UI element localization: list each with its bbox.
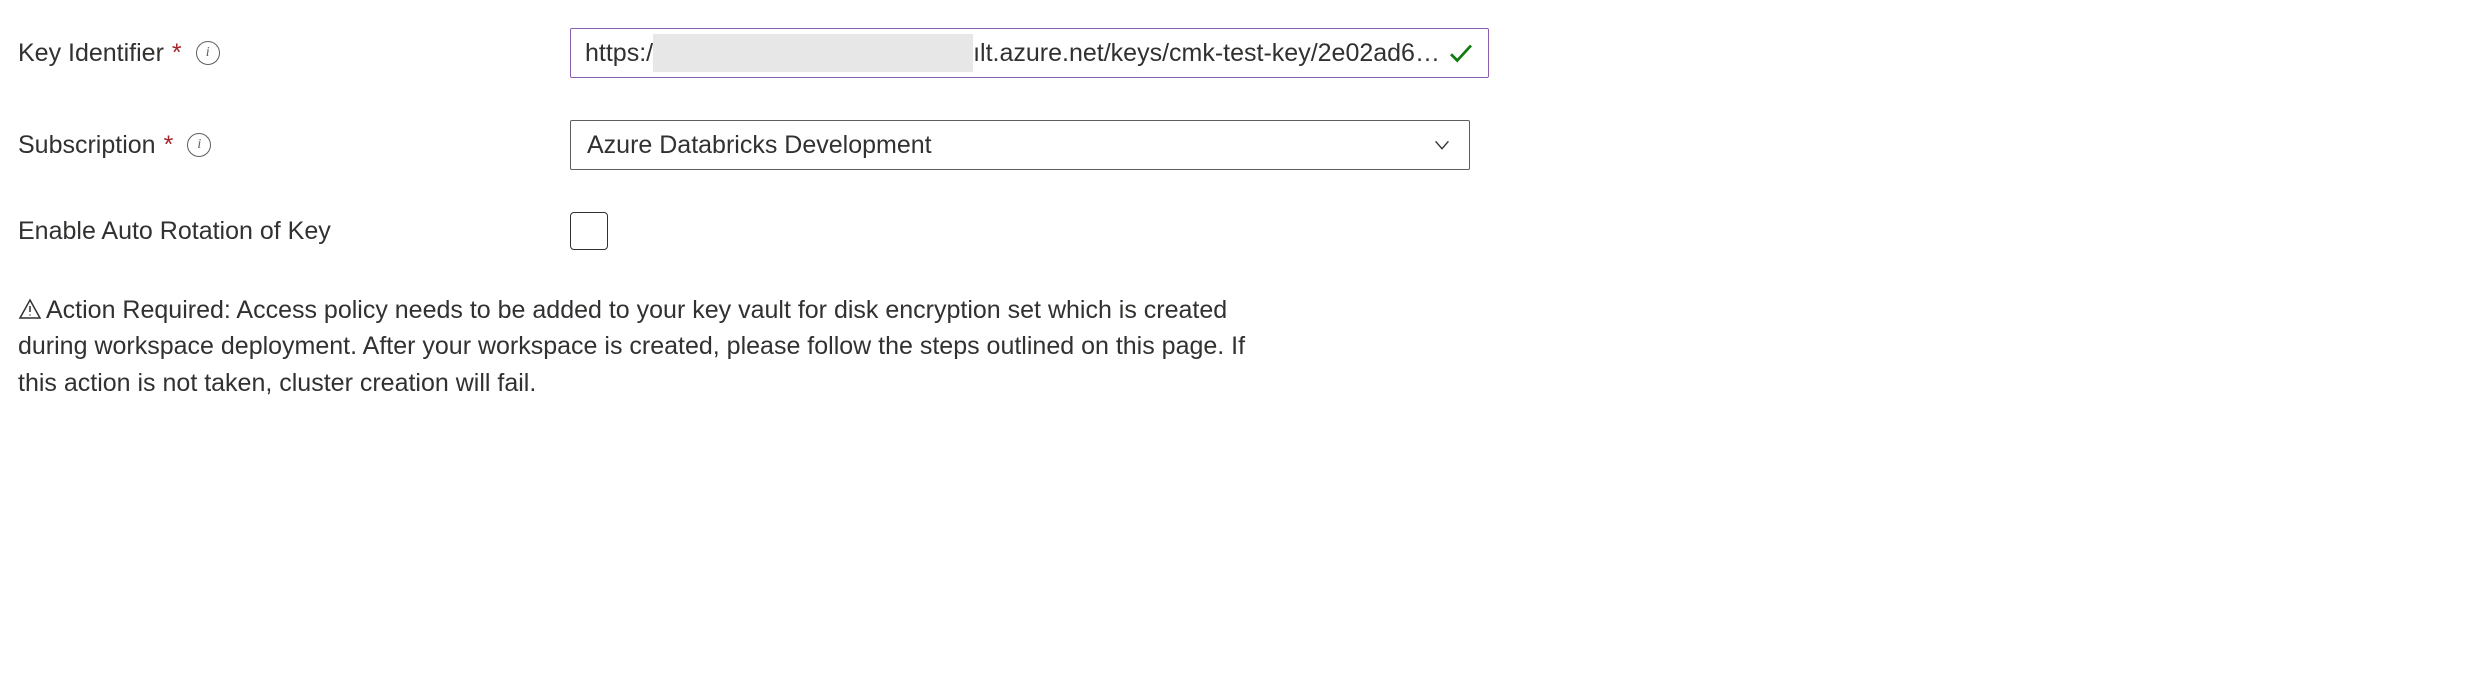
- subscription-field: Azure Databricks Development: [570, 120, 1470, 170]
- subscription-label-group: Subscription * i: [18, 131, 570, 160]
- auto-rotation-checkbox[interactable]: [570, 212, 608, 250]
- warning-icon: [18, 292, 42, 328]
- checkmark-icon: [1446, 38, 1476, 68]
- subscription-row: Subscription * i Azure Databricks Develo…: [18, 120, 2457, 170]
- auto-rotation-label-group: Enable Auto Rotation of Key: [18, 217, 570, 246]
- key-identifier-field: https:/ ılt.azure.net/keys/cmk-test-key/…: [570, 28, 1470, 78]
- key-identifier-label: Key Identifier: [18, 39, 164, 68]
- info-icon[interactable]: i: [187, 133, 211, 157]
- key-identifier-input[interactable]: https:/ ılt.azure.net/keys/cmk-test-key/…: [570, 28, 1489, 78]
- subscription-selected-value: Azure Databricks Development: [587, 131, 932, 160]
- subscription-select[interactable]: Azure Databricks Development: [570, 120, 1470, 170]
- auto-rotation-row: Enable Auto Rotation of Key: [18, 212, 2457, 250]
- redacted-block: [653, 34, 973, 72]
- subscription-label: Subscription: [18, 131, 156, 160]
- key-identifier-value-prefix: https:/: [585, 39, 653, 68]
- key-identifier-label-group: Key Identifier * i: [18, 39, 570, 68]
- warning-text: Action Required: Access policy needs to …: [18, 296, 1245, 397]
- key-identifier-value-suffix: ılt.azure.net/keys/cmk-test-key/2e02ad6…: [973, 39, 1440, 68]
- key-identifier-row: Key Identifier * i https:/ ılt.azure.net…: [18, 28, 2457, 78]
- warning-message: Action Required: Access policy needs to …: [18, 292, 1268, 401]
- auto-rotation-field: [570, 212, 1470, 250]
- chevron-down-icon: [1431, 134, 1453, 156]
- auto-rotation-label: Enable Auto Rotation of Key: [18, 217, 331, 246]
- info-icon[interactable]: i: [196, 41, 220, 65]
- required-marker: *: [172, 39, 182, 68]
- required-marker: *: [164, 131, 174, 160]
